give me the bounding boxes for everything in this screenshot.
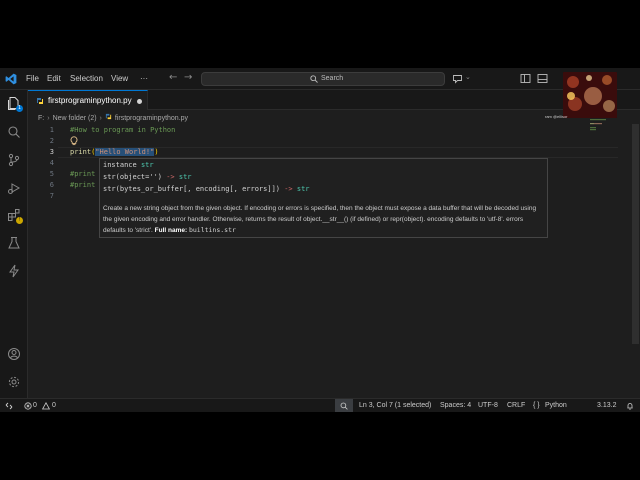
breadcrumb-separator-icon: › [99, 114, 102, 122]
return-arrow: -> [284, 185, 293, 193]
string-literal-selected: "Hello World!" [95, 148, 155, 156]
vscode-logo-icon [5, 73, 17, 85]
breadcrumb-separator-icon: › [47, 114, 50, 122]
zoom-icon [340, 402, 348, 410]
signature-type: str [174, 173, 192, 181]
code-line-6[interactable]: #print [70, 181, 95, 189]
python-version[interactable]: 3.13.2 [597, 402, 616, 409]
forward-arrow-icon[interactable]: → [184, 72, 192, 83]
unsaved-dot-icon[interactable] [137, 99, 142, 104]
copilot-lightning-icon[interactable] [7, 264, 21, 278]
signature-line: instance str [103, 161, 154, 169]
signature-text: str(bytes_or_buffer[, encoding[, errors]… [103, 185, 285, 193]
copilot-chat-icon[interactable] [452, 73, 463, 84]
indentation[interactable]: Spaces: 4 [440, 402, 471, 409]
code-line-5[interactable]: #print [70, 170, 95, 178]
breadcrumb-folder[interactable]: New folder (2) [53, 115, 97, 122]
breadcrumb-drive[interactable]: F: [38, 115, 44, 122]
signature-line: str(bytes_or_buffer[, encoding[, errors]… [103, 185, 310, 193]
signature-text: instance [103, 161, 141, 169]
back-arrow-icon[interactable]: ← [169, 72, 177, 83]
minimap[interactable] [590, 118, 620, 138]
extensions-warning-badge: ! [16, 217, 23, 224]
file-encoding[interactable]: UTF-8 [478, 402, 498, 409]
error-count[interactable]: 0 [33, 402, 37, 409]
zoom-button[interactable] [335, 399, 353, 412]
signature-text: str(object='') [103, 173, 167, 181]
menu-view[interactable]: View [111, 74, 128, 83]
vertical-scrollbar[interactable] [631, 124, 640, 400]
full-name-value: builtins.str [188, 226, 236, 234]
webcam-caption: ram @ellisor [545, 114, 568, 119]
notifications-bell-icon[interactable] [626, 402, 634, 410]
tab-firstprograminpython[interactable]: firstprograminpython.py [28, 90, 148, 110]
return-arrow: -> [166, 173, 175, 181]
settings-gear-icon[interactable] [7, 375, 21, 389]
lightbulb-icon[interactable] [70, 136, 78, 146]
scrollbar-thumb[interactable] [632, 124, 639, 344]
cursor-position[interactable]: Ln 3, Col 7 (1 selected) [359, 402, 431, 409]
signature-type: str [140, 161, 154, 169]
menu-selection[interactable]: Selection [70, 74, 103, 83]
python-file-icon [105, 113, 112, 120]
line-number: 5 [49, 170, 54, 178]
signature-type: str [292, 185, 310, 193]
search-placeholder: Search [321, 75, 344, 82]
print-function: print [70, 148, 92, 156]
webcam-overlay [563, 72, 617, 118]
account-icon[interactable] [7, 347, 21, 361]
language-braces-icon[interactable]: { } [533, 402, 540, 409]
editor-tab-bar: firstprograminpython.py [28, 90, 640, 110]
line-number: 1 [49, 126, 54, 134]
end-of-line[interactable]: CRLF [507, 402, 525, 409]
breadcrumb-file[interactable]: firstprograminpython.py [115, 115, 188, 122]
explorer-badge: 1 [16, 105, 23, 112]
code-line-3[interactable]: print("Hello World!") [70, 148, 159, 156]
search-sidebar-icon[interactable] [7, 125, 21, 139]
menu-file[interactable]: File [26, 74, 39, 83]
line-number: 7 [49, 192, 54, 200]
breadcrumb: F: › New folder (2) › firstprograminpython.p… [38, 113, 188, 123]
close-paren: ) [154, 148, 159, 156]
toggle-sidebar-icon[interactable] [537, 73, 548, 84]
vscode-window: File Edit Selection View ··· ← → Search … [0, 68, 640, 412]
run-debug-icon[interactable] [7, 181, 21, 195]
docstring: Create a new string object from the give… [103, 203, 543, 236]
line-number: 6 [49, 181, 54, 189]
python-file-icon [37, 98, 43, 104]
line-number-active: 3 [49, 148, 54, 156]
source-control-icon[interactable] [7, 153, 21, 167]
toggle-panel-layout-icon[interactable] [520, 73, 531, 84]
remote-icon[interactable] [5, 402, 13, 410]
title-bar: File Edit Selection View ··· ← → Search … [0, 68, 640, 90]
line-number: 4 [49, 159, 54, 167]
signature-line: str(object='') -> str [103, 173, 192, 181]
warning-count[interactable]: 0 [52, 402, 56, 409]
activity-bar: 1 ! [0, 90, 28, 400]
full-name-label: Full name: [154, 227, 188, 234]
webcam-image [563, 72, 617, 118]
hover-tooltip: instance str str(object='') -> str str(b… [99, 158, 548, 238]
search-icon [310, 75, 318, 83]
chat-dropdown-icon[interactable]: ⌄ [465, 73, 471, 81]
tab-label: firstprograminpython.py [48, 96, 132, 105]
code-line-1[interactable]: #How to program in Python [70, 126, 175, 134]
testing-flask-icon[interactable] [7, 236, 21, 250]
command-search-box[interactable]: Search [201, 72, 445, 86]
menu-more[interactable]: ··· [140, 74, 148, 83]
status-bar: 0 0 Ln 3, Col 7 (1 selected) Spaces: 4 U… [0, 398, 640, 412]
error-icon[interactable] [24, 402, 32, 410]
line-number: 2 [49, 137, 54, 145]
language-mode[interactable]: Python [545, 402, 567, 409]
menu-edit[interactable]: Edit [47, 74, 61, 83]
warning-icon[interactable] [42, 402, 50, 410]
